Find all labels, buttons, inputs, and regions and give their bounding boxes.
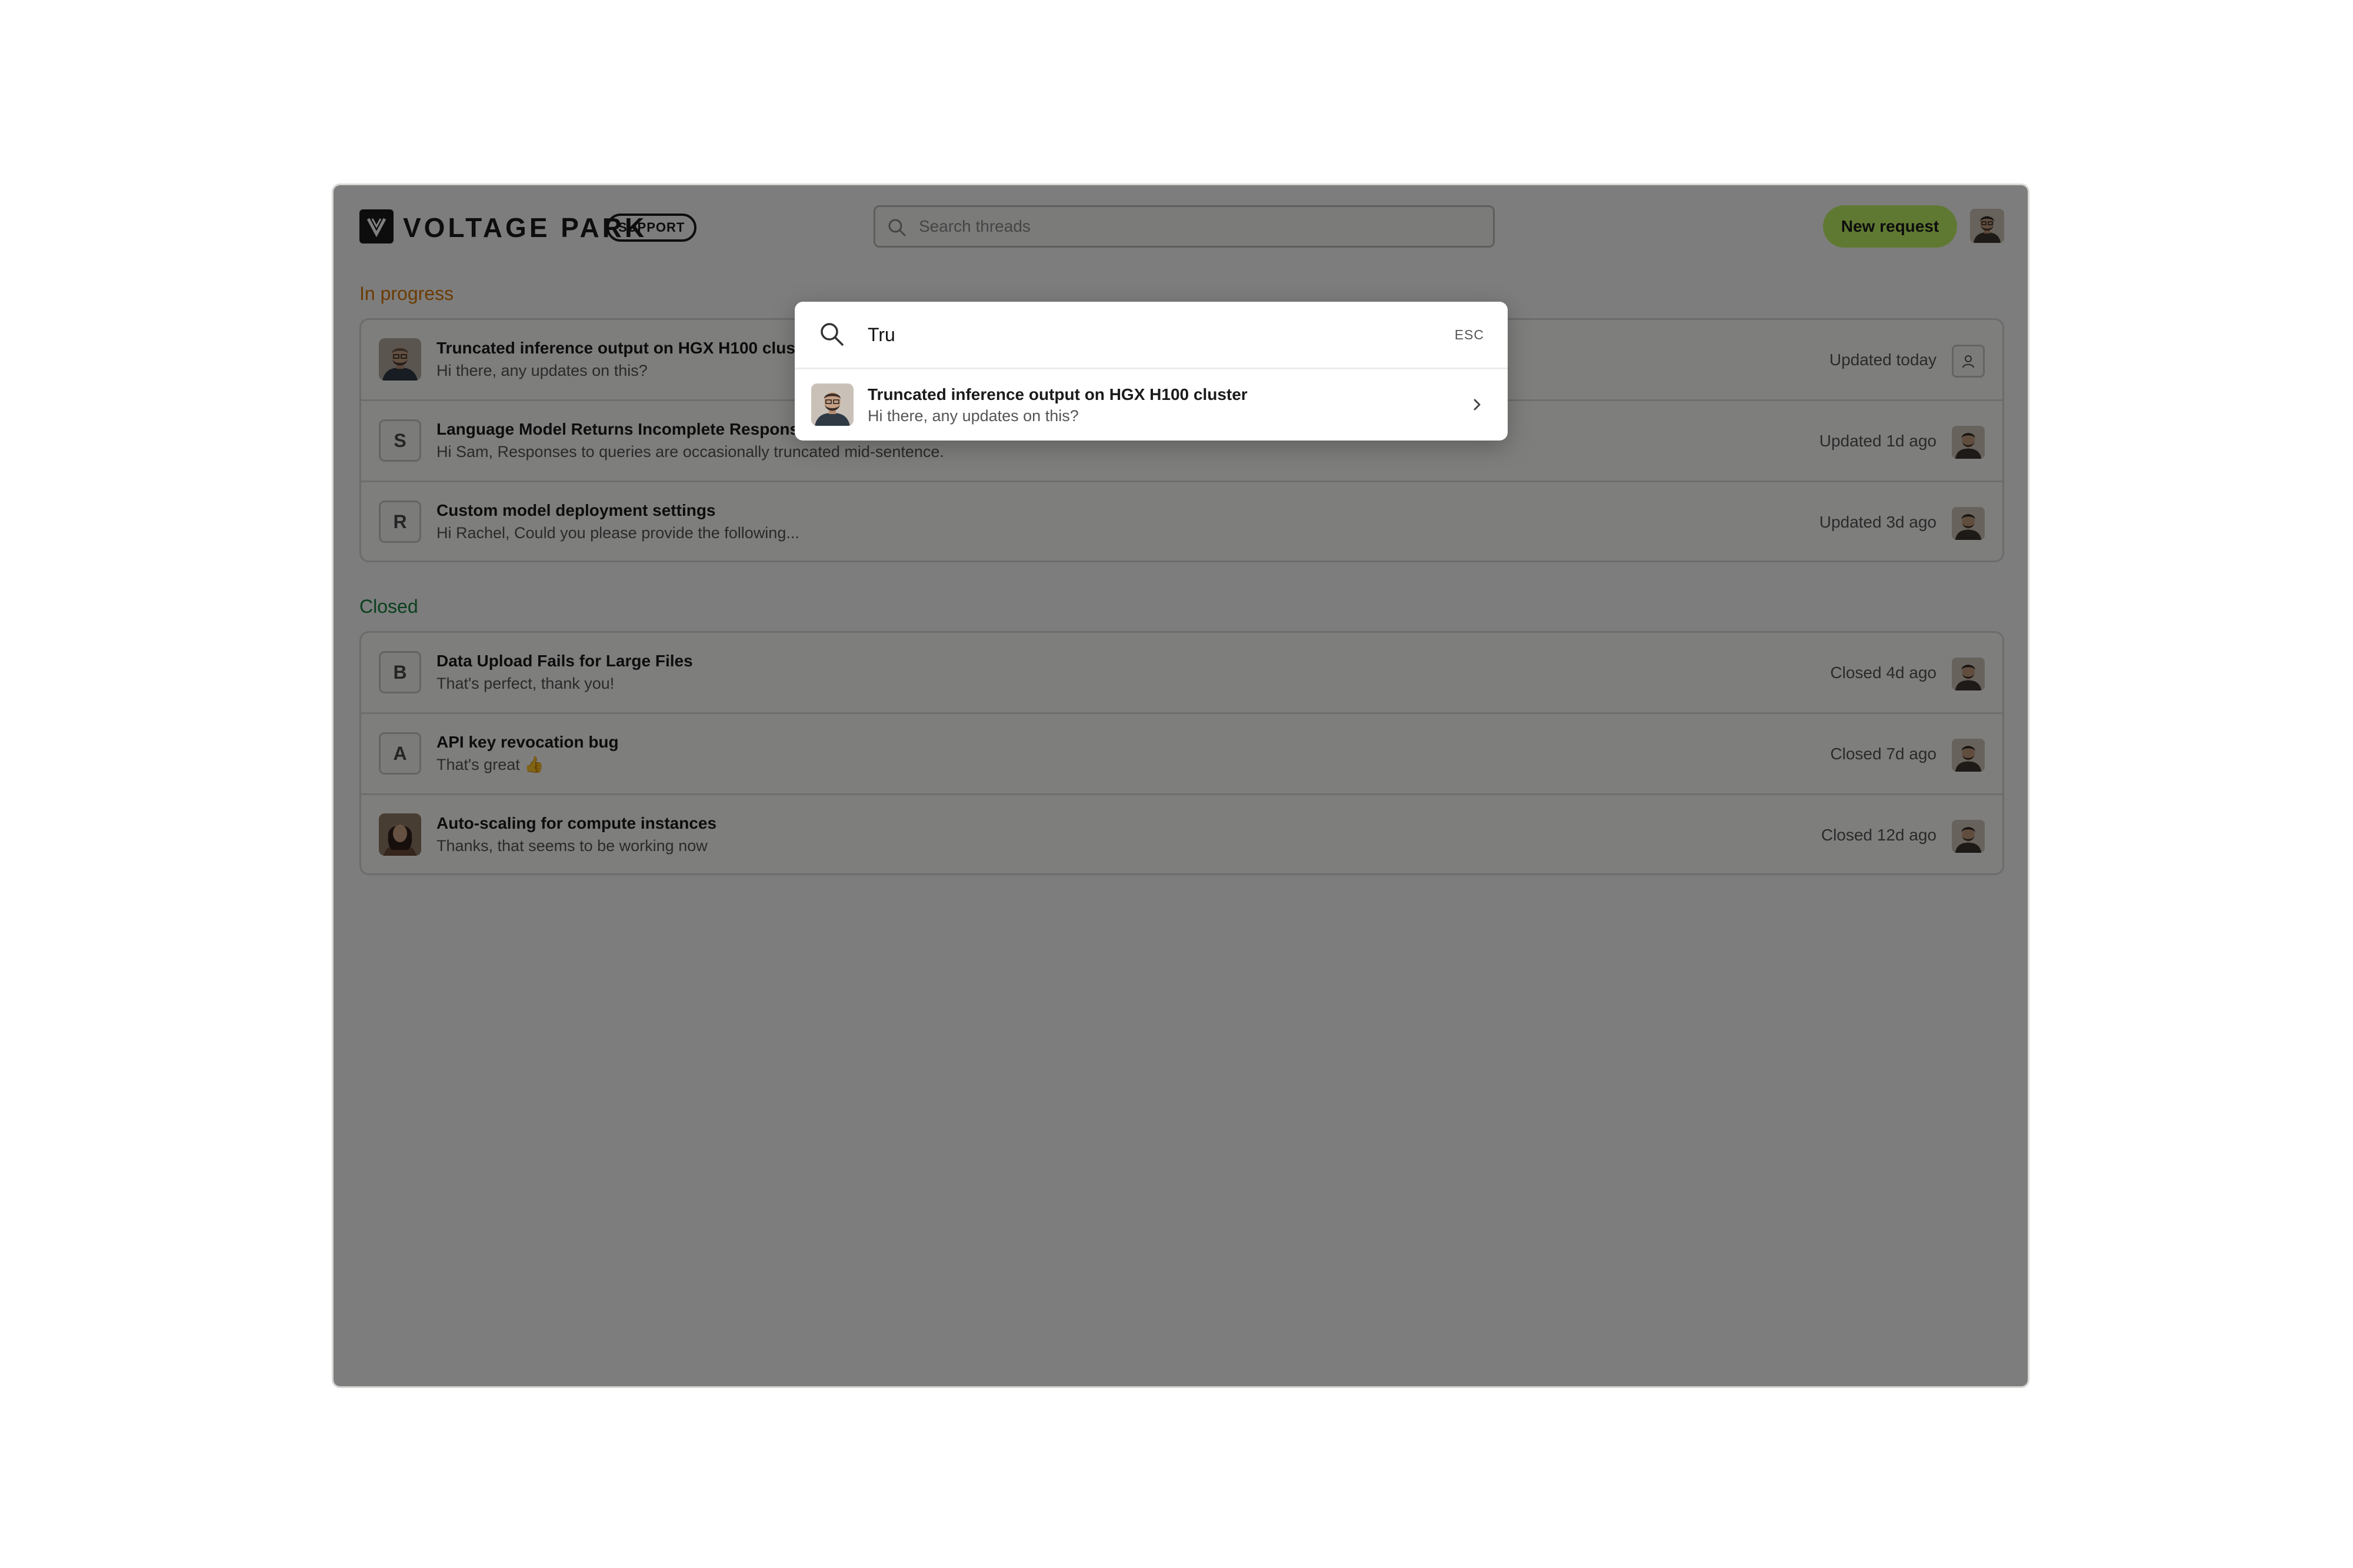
support-app-window: VOLTAGE PARK SUPPORT Search threads New … [332, 184, 2029, 1388]
result-title: Truncated inference output on HGX H100 c… [868, 385, 1248, 403]
chevron-right-icon [1474, 399, 1481, 411]
search-icon [821, 323, 844, 346]
search-result-item[interactable]: Truncated inference output on HGX H100 c… [795, 369, 1508, 441]
palette-search-field[interactable]: Tru ESC [795, 302, 1508, 369]
result-preview: Hi there, any updates on this? [868, 407, 1079, 425]
esc-hint[interactable]: ESC [1455, 302, 1484, 368]
search-command-palette: Tru ESC Truncated inference output on HG… [795, 302, 1508, 441]
palette-query-text[interactable]: Tru [868, 302, 895, 368]
result-avatar [811, 383, 854, 426]
